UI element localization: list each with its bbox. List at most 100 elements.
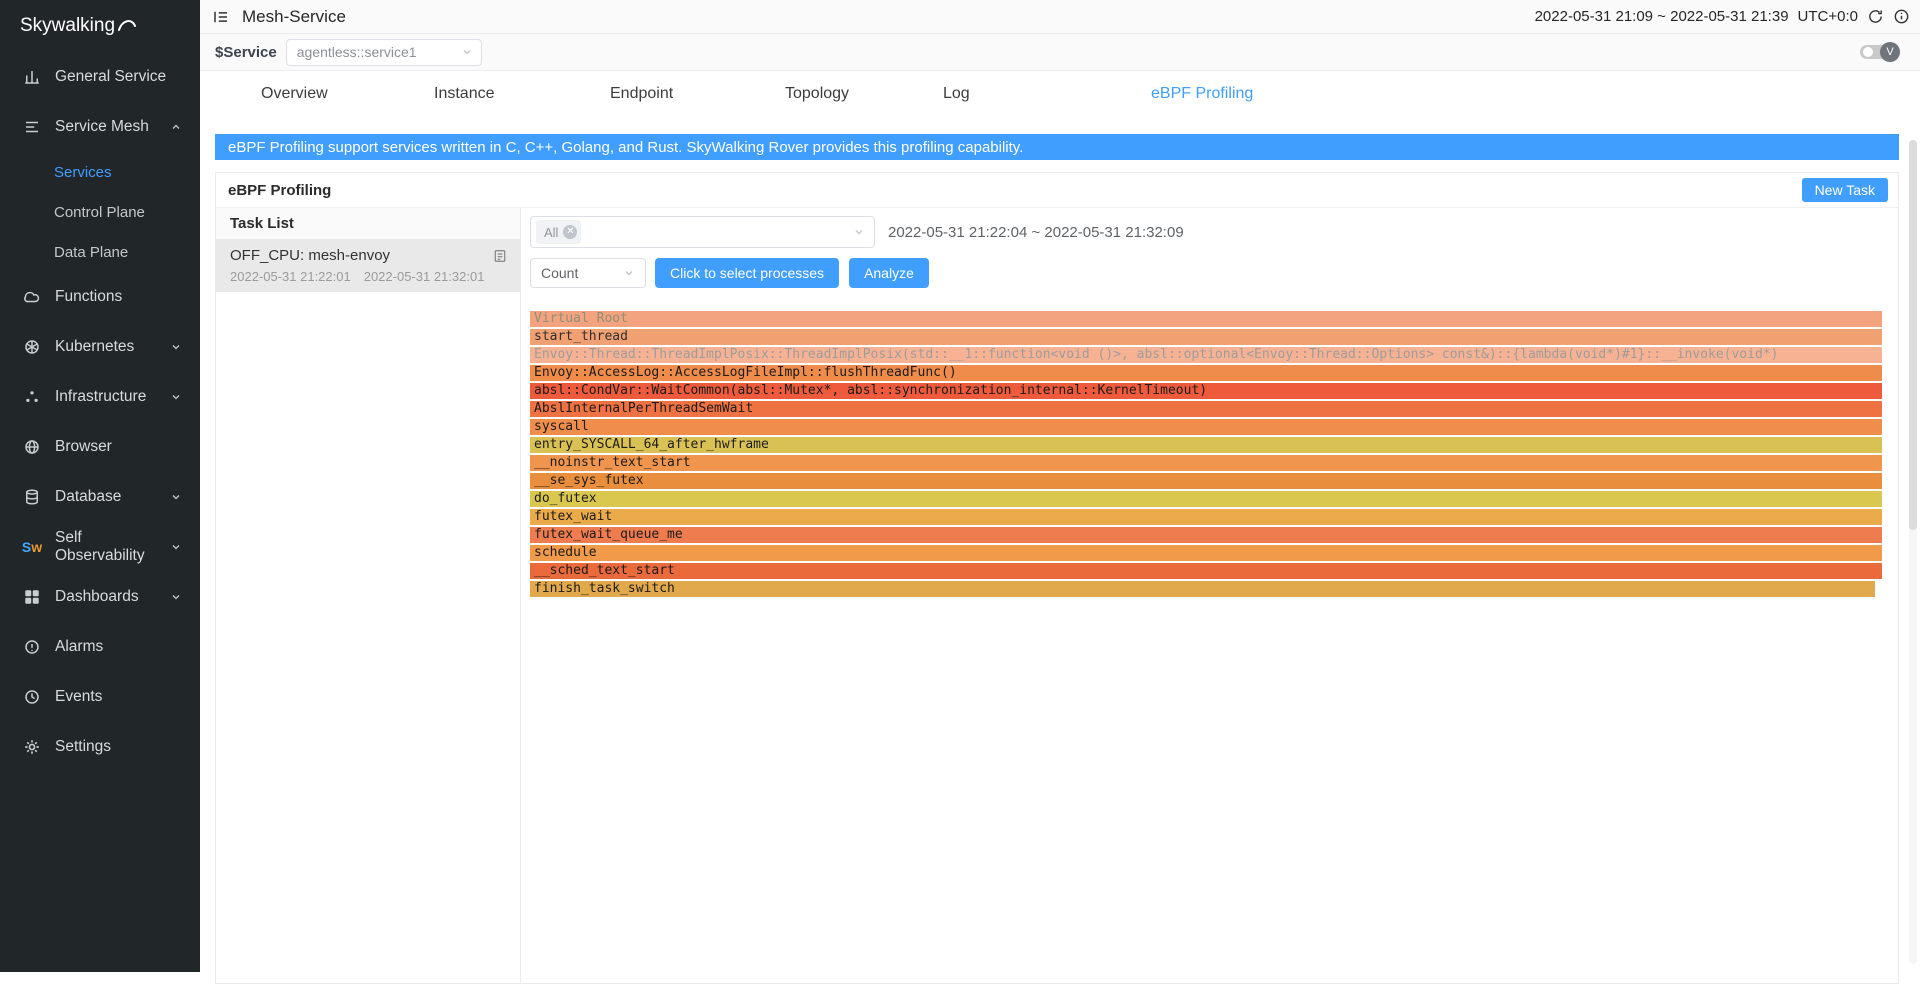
tag-label: All — [544, 225, 558, 240]
service-mesh-icon — [22, 118, 42, 136]
flame-frame[interactable]: start_thread — [530, 329, 1882, 345]
chevron-down-icon — [461, 46, 473, 58]
select-processes-button[interactable]: Click to select processes — [655, 258, 839, 288]
database-icon — [22, 488, 42, 506]
vertical-scrollbar[interactable] — [1909, 140, 1917, 964]
analysis-time-range: 2022-05-31 21:22:04 ~ 2022-05-31 21:32:0… — [888, 224, 1184, 241]
flame-frame[interactable]: syscall — [530, 419, 1882, 435]
sidebar-item-general-service[interactable]: General Service — [0, 52, 200, 102]
process-filter-tag[interactable]: All ✕ — [536, 220, 581, 244]
flame-graph: Virtual Rootstart_threadEnvoy::Thread::T… — [530, 311, 1882, 597]
main-area: Mesh-Service 2022-05-31 21:09 ~ 2022-05-… — [200, 0, 1920, 972]
flame-frame[interactable]: absl::CondVar::WaitCommon(absl::Mutex*, … — [530, 383, 1882, 399]
cloud-icon — [22, 288, 42, 306]
chevron-down-icon — [170, 341, 182, 353]
flame-frame[interactable]: do_futex — [530, 491, 1882, 507]
refresh-icon[interactable] — [1867, 8, 1884, 25]
header-timezone[interactable]: UTC+0:0 — [1798, 8, 1858, 25]
tab-endpoint[interactable]: Endpoint — [610, 85, 673, 103]
panel-header: eBPF Profiling New Task — [216, 173, 1898, 208]
flame-frame[interactable]: schedule — [530, 545, 1882, 561]
process-filter-select[interactable]: All ✕ — [530, 216, 875, 248]
chevron-down-icon — [170, 541, 182, 553]
sidebar-item-label: Control Plane — [54, 204, 145, 221]
aggregate-type-select[interactable]: Count — [530, 258, 646, 288]
sidebar-item-kubernetes[interactable]: Kubernetes — [0, 322, 200, 372]
flame-frame[interactable]: __noinstr_text_start — [530, 455, 1882, 471]
sidebar-item-label: Service Mesh — [55, 118, 149, 136]
sidebar-item-service-mesh[interactable]: Service Mesh — [0, 102, 200, 152]
sidebar-item-label: Services — [54, 164, 112, 181]
task-name: OFF_CPU: mesh-envoy — [230, 247, 390, 264]
collapse-sidebar-icon[interactable] — [212, 8, 230, 26]
service-select-value: agentless::service1 — [297, 44, 417, 60]
flame-frame[interactable]: futex_wait_queue_me — [530, 527, 1882, 543]
flame-frame[interactable]: Envoy::AccessLog::AccessLogFileImpl::flu… — [530, 365, 1882, 381]
gear-icon — [22, 738, 42, 756]
scrollbar-thumb[interactable] — [1909, 140, 1917, 530]
sidebar-item-services[interactable]: Services — [0, 152, 200, 192]
sidebar-item-label: Kubernetes — [55, 338, 134, 356]
sidebar-item-label: Infrastructure — [55, 388, 146, 406]
sidebar-item-control-plane[interactable]: Control Plane — [0, 192, 200, 232]
top-header: Mesh-Service 2022-05-31 21:09 ~ 2022-05-… — [200, 0, 1920, 34]
globe-icon — [22, 438, 42, 456]
page-title: Mesh-Service — [242, 7, 346, 27]
task-list: Task List OFF_CPU: mesh-envoy 2022-05-31… — [216, 208, 521, 983]
sidebar-item-alarms[interactable]: Alarms — [0, 622, 200, 672]
flame-frame[interactable]: AbslInternalPerThreadSemWait — [530, 401, 1882, 417]
flame-frame[interactable]: entry_SYSCALL_64_after_hwframe — [530, 437, 1882, 453]
tab-ebpf-profiling[interactable]: eBPF Profiling — [1151, 85, 1253, 103]
bar-chart-icon — [22, 68, 42, 86]
tag-close-icon[interactable]: ✕ — [563, 225, 577, 239]
info-icon[interactable] — [1893, 8, 1910, 25]
task-list-item[interactable]: OFF_CPU: mesh-envoy 2022-05-31 21:22:01 … — [216, 240, 520, 292]
logo-swirl-icon — [117, 17, 137, 35]
sidebar-item-label: Events — [55, 688, 102, 706]
tabs-bar: Overview Instance Endpoint Topology Log … — [200, 71, 1920, 117]
chevron-down-icon — [853, 226, 865, 238]
sidebar-item-label: Functions — [55, 288, 122, 306]
sidebar-item-data-plane[interactable]: Data Plane — [0, 232, 200, 272]
ebpf-profiling-panel: eBPF Profiling New Task Task List OFF_CP… — [215, 172, 1899, 984]
service-label: $Service — [215, 44, 277, 61]
sidebar-item-self-observability[interactable]: Sw Self Observability — [0, 522, 200, 572]
chevron-up-icon — [170, 121, 182, 133]
sidebar-item-database[interactable]: Database — [0, 472, 200, 522]
sidebar: Skywalking General Service Service Mesh … — [0, 0, 200, 972]
tab-topology[interactable]: Topology — [785, 85, 849, 103]
service-select[interactable]: agentless::service1 — [286, 39, 482, 66]
tab-overview[interactable]: Overview — [261, 85, 328, 103]
sidebar-item-browser[interactable]: Browser — [0, 422, 200, 472]
task-log-icon[interactable] — [492, 248, 508, 264]
analyze-button[interactable]: Analyze — [849, 258, 929, 288]
flame-frame[interactable]: Virtual Root — [530, 311, 1882, 327]
sidebar-item-label: Browser — [55, 438, 112, 456]
sidebar-item-label: Self Observability — [55, 529, 170, 565]
sidebar-item-label: General Service — [55, 68, 166, 86]
tab-instance[interactable]: Instance — [434, 85, 494, 103]
flame-frame[interactable]: futex_wait — [530, 509, 1882, 525]
sidebar-item-events[interactable]: Events — [0, 672, 200, 722]
chevron-down-icon — [170, 491, 182, 503]
new-task-button[interactable]: New Task — [1802, 178, 1888, 202]
version-toggle[interactable]: V — [1860, 42, 1900, 62]
sidebar-item-infrastructure[interactable]: Infrastructure — [0, 372, 200, 422]
flame-frame[interactable]: __sched_text_start — [530, 563, 1882, 579]
flame-frame[interactable]: __se_sys_futex — [530, 473, 1882, 489]
sidebar-item-functions[interactable]: Functions — [0, 272, 200, 322]
aggregate-type-value: Count — [541, 265, 578, 281]
chevron-down-icon — [623, 267, 635, 279]
tab-log[interactable]: Log — [943, 85, 970, 103]
app-logo[interactable]: Skywalking — [0, 0, 200, 52]
dots-icon — [22, 388, 42, 406]
header-time-range[interactable]: 2022-05-31 21:09 ~ 2022-05-31 21:39 — [1535, 8, 1789, 25]
sw-icon-w: w — [31, 539, 42, 555]
sidebar-item-dashboards[interactable]: Dashboards — [0, 572, 200, 622]
flame-frame[interactable]: Envoy::Thread::ThreadImplPosix::ThreadIm… — [530, 347, 1882, 363]
flame-frame[interactable]: finish_task_switch — [530, 581, 1875, 597]
task-start-time: 2022-05-31 21:22:01 — [230, 269, 351, 284]
analysis-area: All ✕ 2022-05-31 21:22:04 ~ 2022-05-31 2… — [521, 208, 1898, 983]
kubernetes-icon — [22, 338, 42, 356]
sidebar-item-settings[interactable]: Settings — [0, 722, 200, 772]
